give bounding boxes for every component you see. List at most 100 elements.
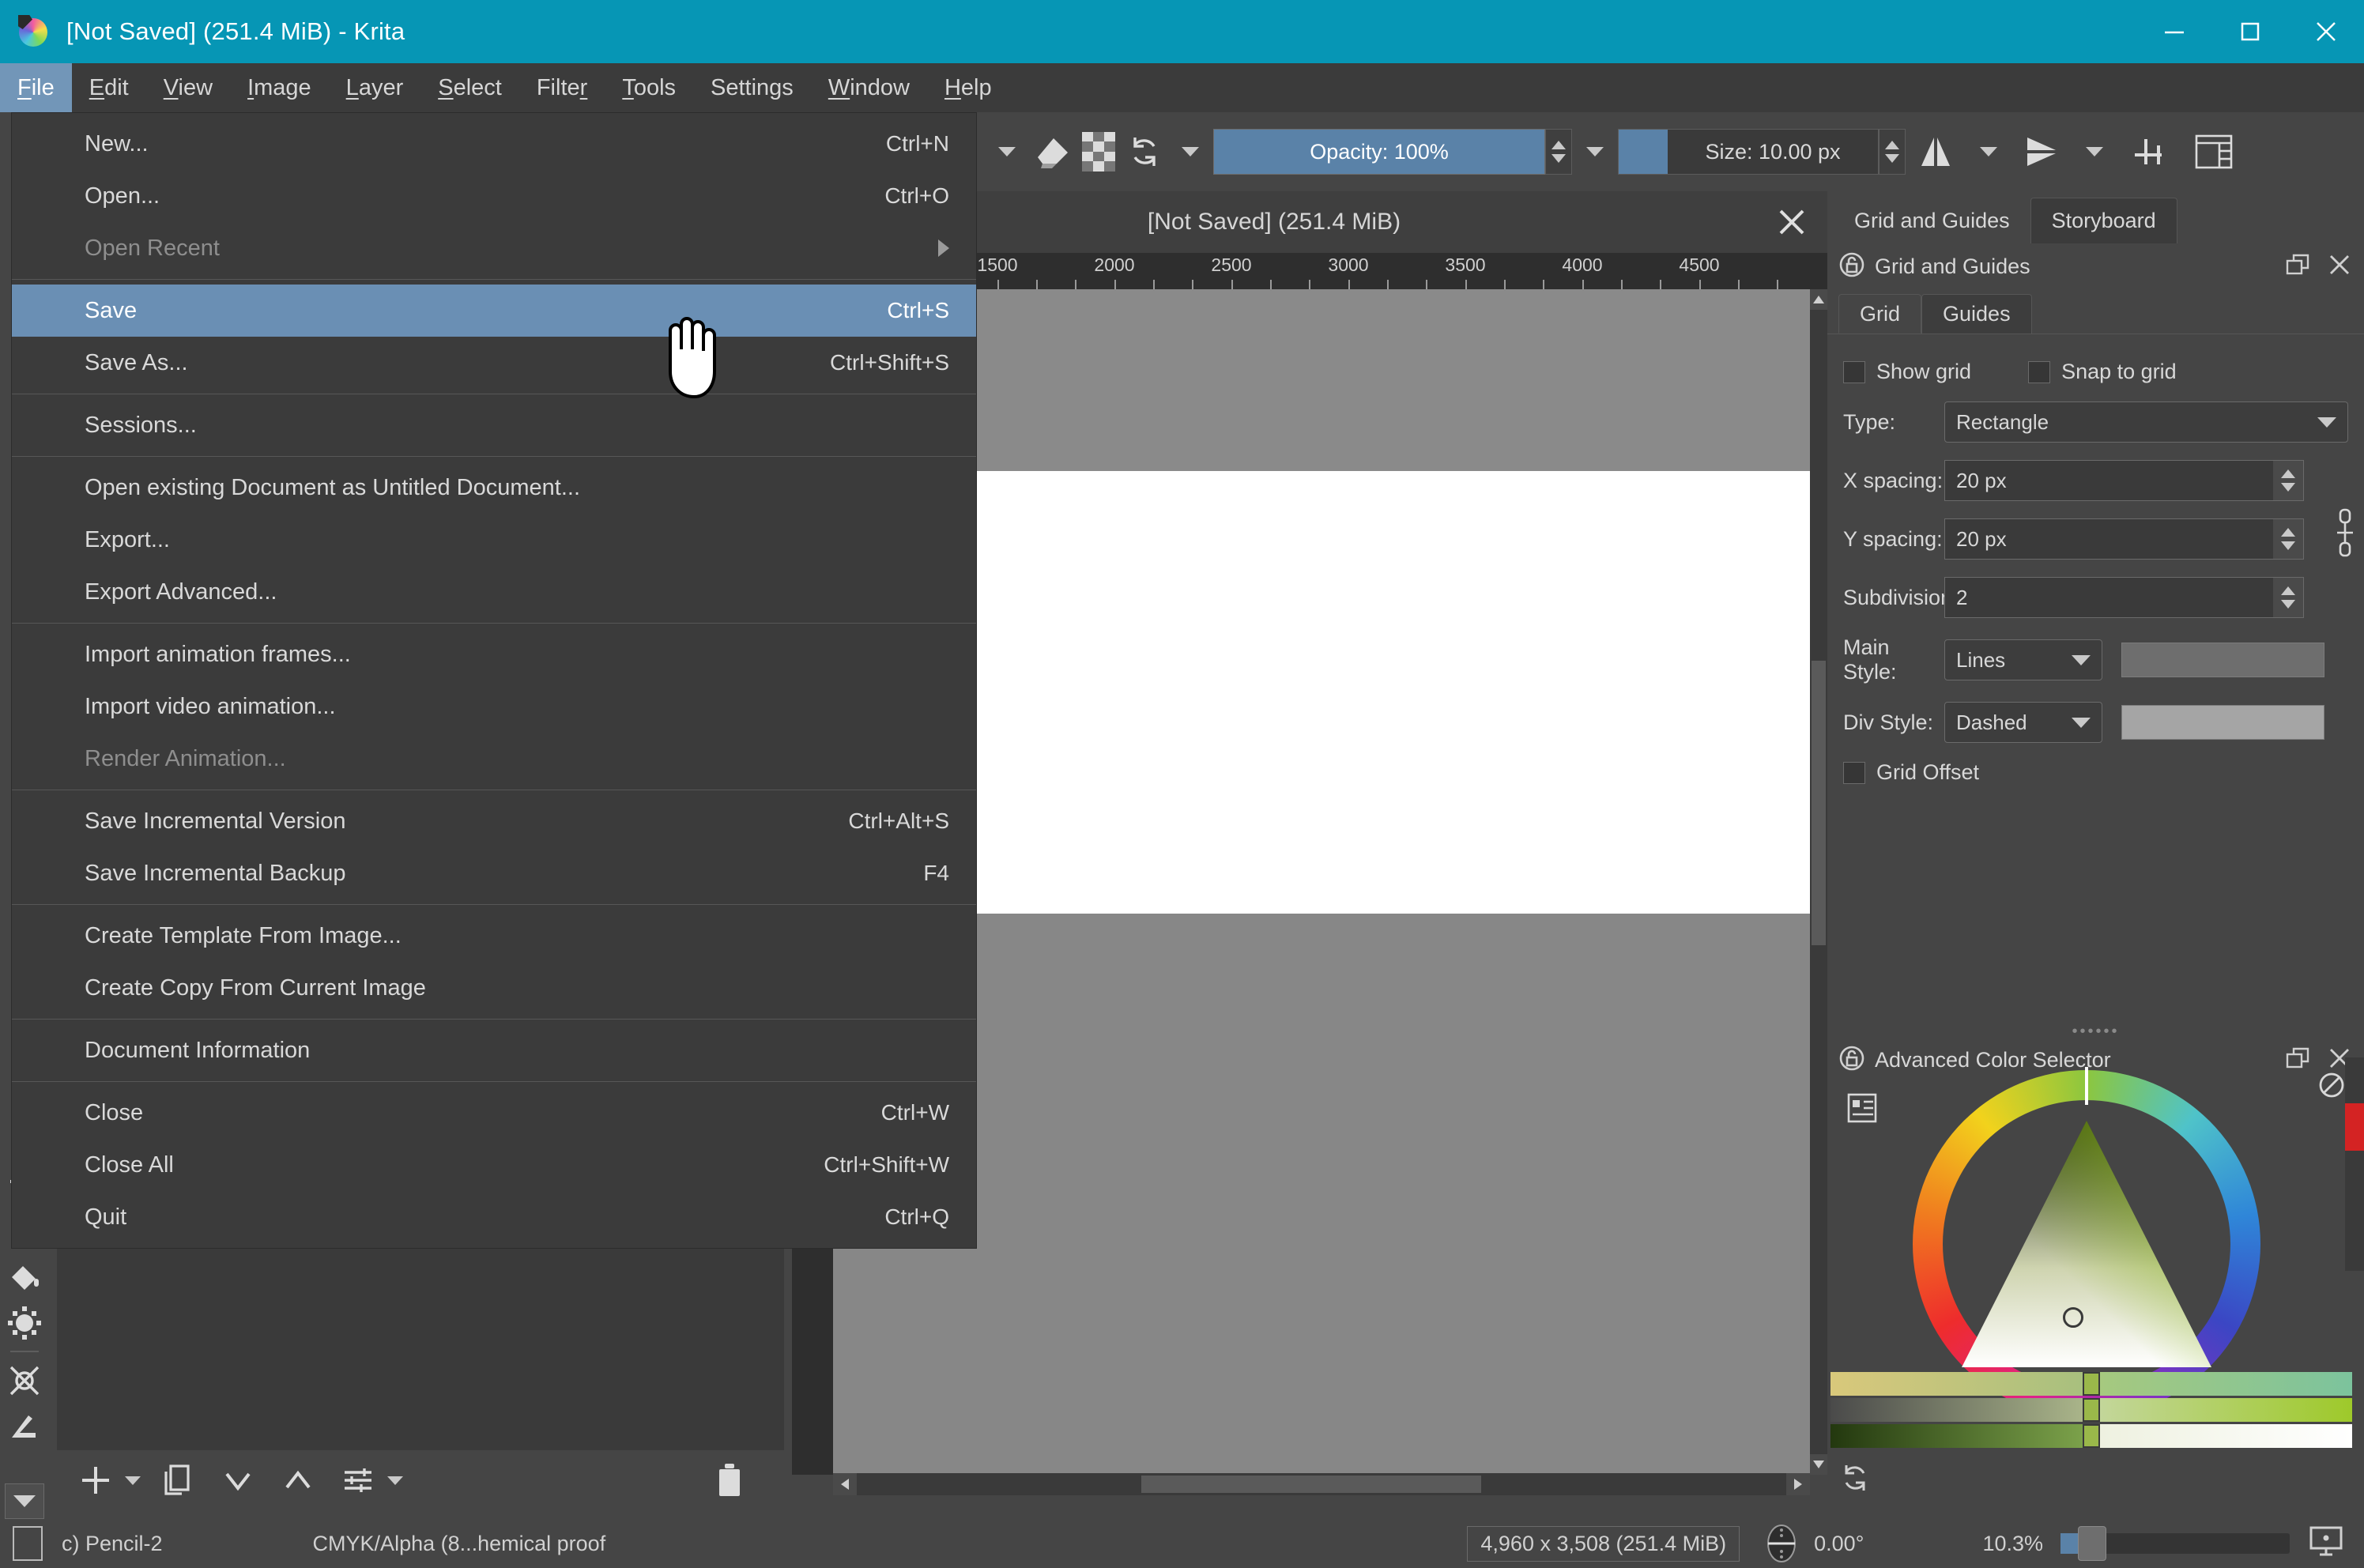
scroll-up-icon[interactable] <box>1810 289 1827 310</box>
menu-image[interactable]: Image <box>230 63 329 112</box>
x-spacing-stepper[interactable] <box>2273 461 2303 500</box>
menu-select[interactable]: Select <box>420 63 519 112</box>
opacity-stepper[interactable] <box>1545 129 1572 175</box>
lock-open-icon[interactable] <box>1838 1045 1865 1076</box>
mirror-horizontal-caret[interactable] <box>1966 128 2011 175</box>
scroll-right-icon[interactable] <box>1786 1473 1810 1495</box>
tab-grid-and-guides[interactable]: Grid and Guides <box>1834 198 2030 243</box>
menu-filter[interactable]: Filter <box>519 63 605 112</box>
grid-type-select[interactable]: Rectangle <box>1944 401 2348 443</box>
brush-preset-label[interactable]: c) Pencil-2 <box>62 1532 163 1556</box>
menu-layer[interactable]: Layer <box>329 63 421 112</box>
reset-color-icon[interactable] <box>1838 1461 1872 1498</box>
color-space-label[interactable]: CMYK/Alpha (8...hemical proof <box>313 1532 606 1556</box>
wrap-around-icon[interactable] <box>2117 128 2181 175</box>
file-menu-item[interactable]: Document Information <box>12 1024 976 1076</box>
div-style-color-swatch[interactable] <box>2121 705 2324 740</box>
file-menu-item[interactable]: Export Advanced... <box>12 566 976 618</box>
file-menu-item[interactable]: Close All Ctrl+Shift+W <box>12 1139 976 1191</box>
add-layer-caret[interactable] <box>125 1476 141 1485</box>
strip-marker[interactable] <box>2083 1424 2100 1448</box>
reload-preset-icon[interactable] <box>1122 128 1167 175</box>
main-style-select[interactable]: Lines <box>1944 639 2102 680</box>
zoom-value[interactable]: 10.3% <box>1982 1532 2043 1556</box>
color-cursor[interactable] <box>2063 1307 2083 1328</box>
subtab-guides[interactable]: Guides <box>1921 294 2032 334</box>
size-dropdown-caret[interactable] <box>1572 128 1618 175</box>
div-style-select[interactable]: Dashed <box>1944 702 2102 743</box>
canvas-page[interactable] <box>833 471 1810 914</box>
file-menu-item[interactable]: Save As... Ctrl+Shift+S <box>12 337 976 389</box>
move-layer-down-icon[interactable] <box>215 1457 261 1503</box>
close-button[interactable] <box>2288 0 2364 63</box>
x-spacing-input[interactable]: 20 px <box>1944 460 2304 501</box>
eraser-icon[interactable] <box>1030 128 1076 175</box>
lock-open-icon[interactable] <box>1838 251 1865 282</box>
brush-size-slider[interactable]: Size: 10.00 px <box>1618 129 1879 175</box>
duplicate-layer-icon[interactable] <box>155 1457 201 1503</box>
file-menu-popup[interactable]: New... Ctrl+N Open... Ctrl+O Open Recent Save… <box>11 112 977 1249</box>
toolbox-overflow-button[interactable] <box>5 1483 44 1519</box>
file-menu-item[interactable]: Create Template From Image... <box>12 910 976 962</box>
file-menu-item[interactable]: Save Incremental Version Ctrl+Alt+S <box>12 795 976 847</box>
shade-strip-row[interactable] <box>1830 1424 2352 1448</box>
file-menu-item[interactable]: Sessions... <box>12 399 976 451</box>
selector-settings-icon[interactable] <box>1846 1092 1878 1128</box>
gradient-icon[interactable] <box>2 1300 47 1346</box>
minimize-button[interactable] <box>2136 0 2212 63</box>
brush-preset-dropdown-caret[interactable] <box>984 128 1030 175</box>
menu-help[interactable]: Help <box>927 63 1009 112</box>
file-menu-item[interactable]: Import video animation... <box>12 680 976 733</box>
y-spacing-stepper[interactable] <box>2273 519 2303 559</box>
float-docker-icon[interactable] <box>2285 251 2312 282</box>
color-history-sidebar[interactable] <box>2345 1057 2364 1271</box>
canvas-rotation-control[interactable]: 0.00° <box>1760 1522 1864 1565</box>
opacity-dropdown-caret[interactable] <box>1167 128 1213 175</box>
opacity-slider[interactable]: Opacity: 100% <box>1213 129 1545 175</box>
menu-window[interactable]: Window <box>811 63 927 112</box>
zoom-slider[interactable] <box>2060 1526 2290 1561</box>
workspace-chooser-icon[interactable] <box>2181 128 2247 175</box>
file-menu-item[interactable]: Open existing Document as Untitled Docum… <box>12 462 976 514</box>
file-menu-item[interactable]: New... Ctrl+N <box>12 118 976 170</box>
subdivision-input[interactable]: 2 <box>1944 577 2304 618</box>
subtab-grid[interactable]: Grid <box>1838 294 1922 334</box>
size-stepper[interactable] <box>1879 129 1906 175</box>
vertical-scroll-thumb[interactable] <box>1812 661 1826 945</box>
menu-file[interactable]: File <box>0 63 72 112</box>
layers-list[interactable] <box>57 1225 784 1450</box>
main-style-color-swatch[interactable] <box>2121 643 2324 677</box>
layer-properties-icon[interactable] <box>335 1457 381 1503</box>
file-menu-item[interactable]: Save Ctrl+S <box>12 285 976 337</box>
maximize-button[interactable] <box>2212 0 2288 63</box>
checkerboard-alpha-icon[interactable] <box>1076 128 1122 175</box>
snap-to-grid-checkbox[interactable] <box>2028 360 2051 383</box>
move-layer-up-icon[interactable] <box>275 1457 321 1503</box>
show-grid-checkbox[interactable] <box>1843 360 1865 383</box>
docker-splitter-handle[interactable]: •••••• <box>1827 1023 2364 1040</box>
strip-marker[interactable] <box>2083 1398 2100 1422</box>
menu-view[interactable]: View <box>146 63 230 112</box>
no-color-icon[interactable] <box>2317 1070 2347 1104</box>
mirror-horizontal-icon[interactable] <box>1906 128 1966 175</box>
scroll-left-icon[interactable] <box>833 1473 857 1495</box>
subdivision-stepper[interactable] <box>2273 578 2303 617</box>
close-tab-icon[interactable] <box>1756 191 1827 253</box>
mirror-vertical-icon[interactable] <box>2011 128 2072 175</box>
color-shade-strips[interactable] <box>1830 1372 2352 1451</box>
last-used-color-swatch[interactable] <box>2345 1103 2364 1151</box>
delete-layer-icon[interactable] <box>707 1457 752 1503</box>
transform-icon[interactable] <box>2 1357 47 1403</box>
fill-icon[interactable] <box>2 1253 47 1299</box>
file-menu-item[interactable]: Create Copy From Current Image <box>12 962 976 1014</box>
measure-icon[interactable] <box>2 1404 47 1449</box>
y-spacing-input[interactable]: 20 px <box>1944 518 2304 560</box>
add-layer-icon[interactable] <box>73 1457 119 1503</box>
grid-offset-checkbox[interactable] <box>1843 761 1865 784</box>
shade-strip-row[interactable] <box>1830 1372 2352 1396</box>
file-menu-item[interactable]: Open... Ctrl+O <box>12 170 976 222</box>
color-wheel[interactable] <box>1913 1067 2260 1418</box>
shade-strip-row[interactable] <box>1830 1398 2352 1422</box>
layer-properties-caret[interactable] <box>387 1476 403 1485</box>
canvas-horizontal-scrollbar[interactable] <box>833 1473 1810 1495</box>
